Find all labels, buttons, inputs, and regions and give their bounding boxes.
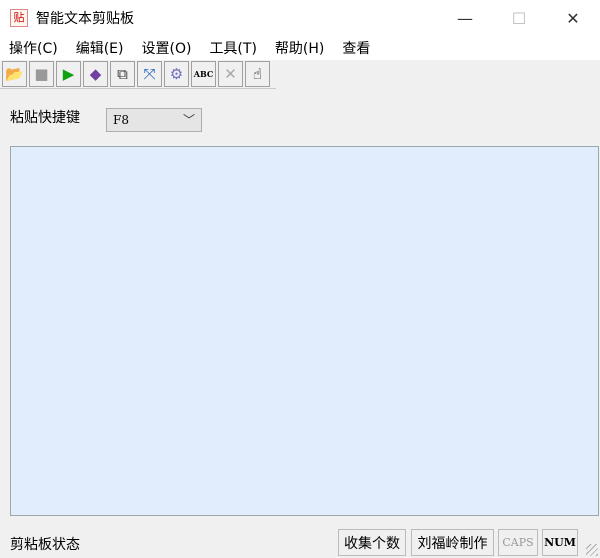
hotkey-label: 粘贴快捷键	[10, 110, 80, 126]
window-title: 智能文本剪贴板	[36, 11, 134, 27]
app-icon: 贴	[10, 9, 28, 27]
author-pane: 刘福岭制作	[411, 529, 494, 556]
play-button[interactable]: ▶	[56, 61, 81, 87]
num-indicator: NUM	[542, 529, 578, 556]
pointer-hand-button[interactable]: ☝	[245, 61, 270, 87]
screen-button[interactable]: ⤧	[137, 61, 162, 87]
copy-windows-icon: ⧉	[117, 65, 128, 83]
collect-count-pane: 收集个数	[338, 529, 406, 556]
screen-icon: ⤧	[143, 65, 156, 83]
save-icon: ■	[34, 65, 49, 83]
maximize-button[interactable]: ☐	[492, 0, 546, 36]
gear-icon: ⚙	[169, 65, 184, 83]
chevron-down-icon: ﹀	[182, 113, 195, 127]
menu-bar: 操作(C) 编辑(E) 设置(O) 工具(T) 帮助(H) 查看	[0, 36, 600, 60]
title-bar: 贴 智能文本剪贴板 — ☐ ✕	[0, 0, 600, 36]
delete-icon: ✕	[224, 65, 237, 83]
clipboard-text-area[interactable]	[10, 146, 599, 516]
menu-help[interactable]: 帮助(H)	[266, 38, 333, 58]
close-button[interactable]: ✕	[546, 0, 600, 36]
toolbar: 📂 ■ ▶ ◆ ⧉ ⤧ ⚙ ABC ✕ ☝	[0, 61, 276, 89]
caps-indicator: CAPS	[498, 529, 538, 556]
hotkey-value: F8	[113, 113, 129, 127]
hotkey-select[interactable]: F8 ﹀	[106, 108, 202, 132]
clipboard-status: 剪粘板状态	[10, 537, 80, 553]
menu-edit[interactable]: 编辑(E)	[67, 38, 133, 58]
copy-windows-button[interactable]: ⧉	[110, 61, 135, 87]
gear-button[interactable]: ⚙	[164, 61, 189, 87]
open-folder-icon: 📂	[5, 65, 24, 83]
spellcheck-button[interactable]: ABC	[191, 61, 216, 87]
menu-operate[interactable]: 操作(C)	[0, 38, 67, 58]
capture-icon: ◆	[89, 65, 102, 83]
play-icon: ▶	[62, 65, 75, 83]
menu-settings[interactable]: 设置(O)	[132, 38, 200, 58]
menu-view[interactable]: 查看	[333, 38, 379, 58]
spellcheck-icon: ABC	[193, 69, 214, 79]
open-folder-button[interactable]: 📂	[2, 61, 27, 87]
capture-button[interactable]: ◆	[83, 61, 108, 87]
status-bar: 剪粘板状态 收集个数 刘福岭制作 CAPS NUM	[0, 527, 600, 558]
save-button[interactable]: ■	[29, 61, 54, 87]
menu-tools[interactable]: 工具(T)	[200, 38, 265, 58]
pointer-hand-icon: ☝	[252, 65, 263, 83]
minimize-button[interactable]: —	[438, 0, 492, 36]
resize-grip[interactable]	[586, 544, 598, 556]
delete-button[interactable]: ✕	[218, 61, 243, 87]
